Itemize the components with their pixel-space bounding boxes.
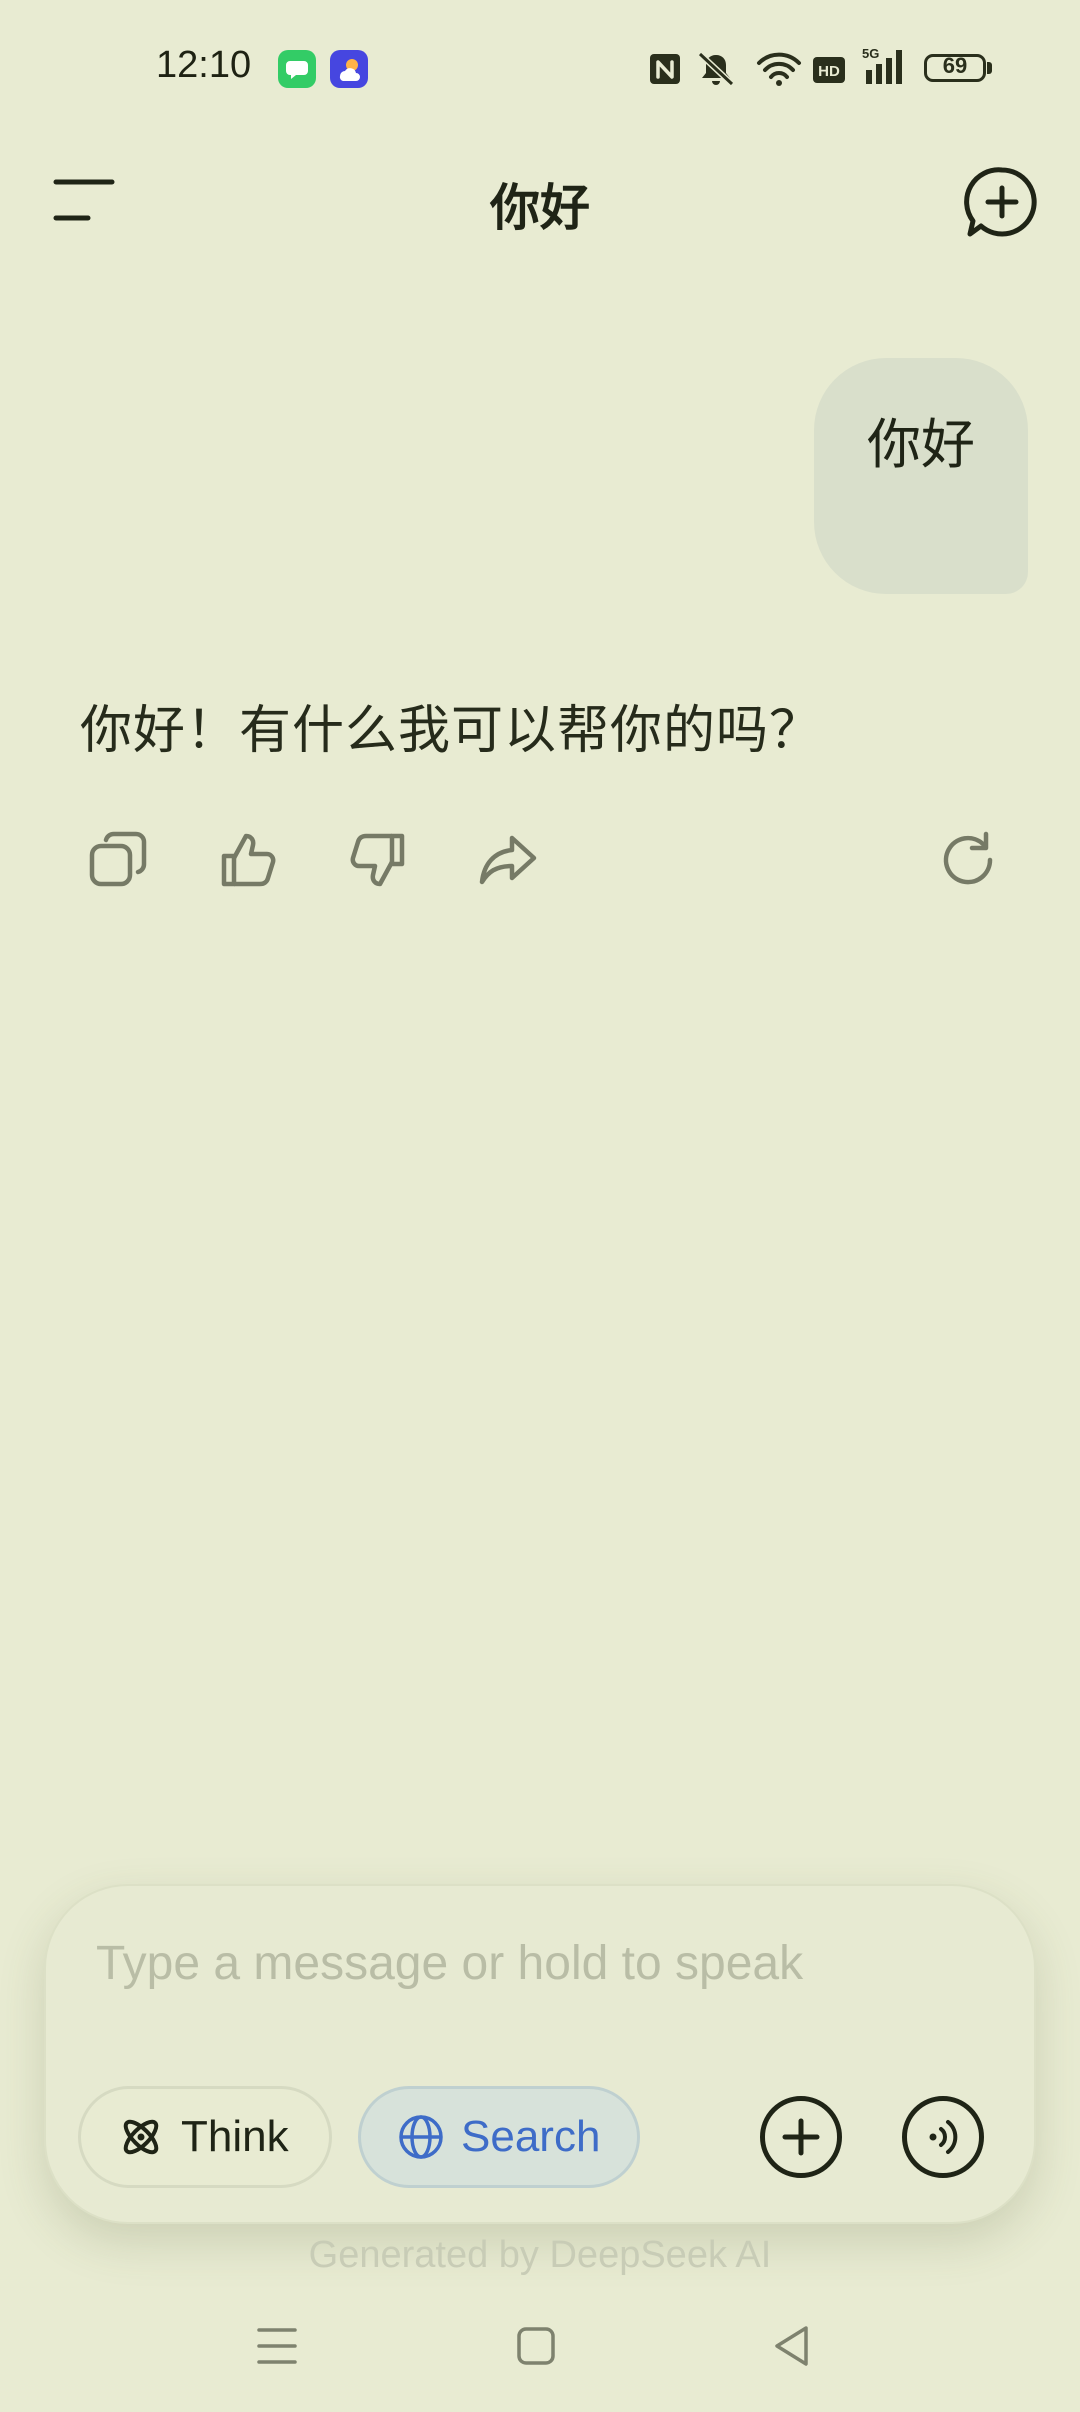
weather-app-icon <box>330 50 368 88</box>
search-label: Search <box>461 2112 601 2161</box>
user-message-text: 你好 <box>867 413 975 476</box>
plus-icon <box>782 2118 820 2156</box>
attach-button[interactable] <box>760 2096 842 2178</box>
message-input[interactable]: Type a message or hold to speak <box>96 1936 803 1991</box>
atom-icon <box>117 2113 165 2161</box>
chat-app-icon <box>278 50 316 88</box>
hd-icon: HD <box>812 56 846 84</box>
share-icon[interactable] <box>468 820 548 900</box>
think-label: Think <box>181 2112 289 2161</box>
page-title: 你好 <box>490 179 590 237</box>
copy-icon[interactable] <box>78 820 158 900</box>
nfc-icon <box>648 52 682 86</box>
think-button[interactable]: Think <box>78 2086 332 2188</box>
battery-nub <box>987 62 992 74</box>
recents-icon[interactable] <box>256 2326 298 2366</box>
status-time: 12:10 <box>156 44 252 86</box>
regenerate-icon[interactable] <box>928 820 1008 900</box>
signal-5g-icon: 5G <box>862 46 910 86</box>
bell-muted-icon <box>694 50 738 88</box>
generated-note: Generated by DeepSeek AI <box>308 2234 772 2276</box>
voice-wave-icon <box>929 2120 958 2154</box>
assistant-message-text: 你好！有什么我可以帮你的吗？ <box>80 701 823 761</box>
thumbs-up-icon[interactable] <box>208 820 288 900</box>
battery-level: 69 <box>942 53 968 78</box>
svg-text:HD: HD <box>818 63 840 80</box>
user-message-bubble[interactable]: 你好 <box>814 358 1028 594</box>
globe-icon <box>397 2113 445 2161</box>
new-chat-icon[interactable] <box>964 164 1040 240</box>
battery-icon: 69 <box>924 53 986 82</box>
back-icon[interactable] <box>772 2324 812 2368</box>
svg-text:5G: 5G <box>862 46 879 61</box>
search-button[interactable]: Search <box>358 2086 640 2188</box>
home-icon[interactable] <box>516 2326 556 2366</box>
voice-button[interactable] <box>902 2096 984 2178</box>
wifi-icon <box>756 50 802 88</box>
thumbs-down-icon[interactable] <box>338 820 418 900</box>
